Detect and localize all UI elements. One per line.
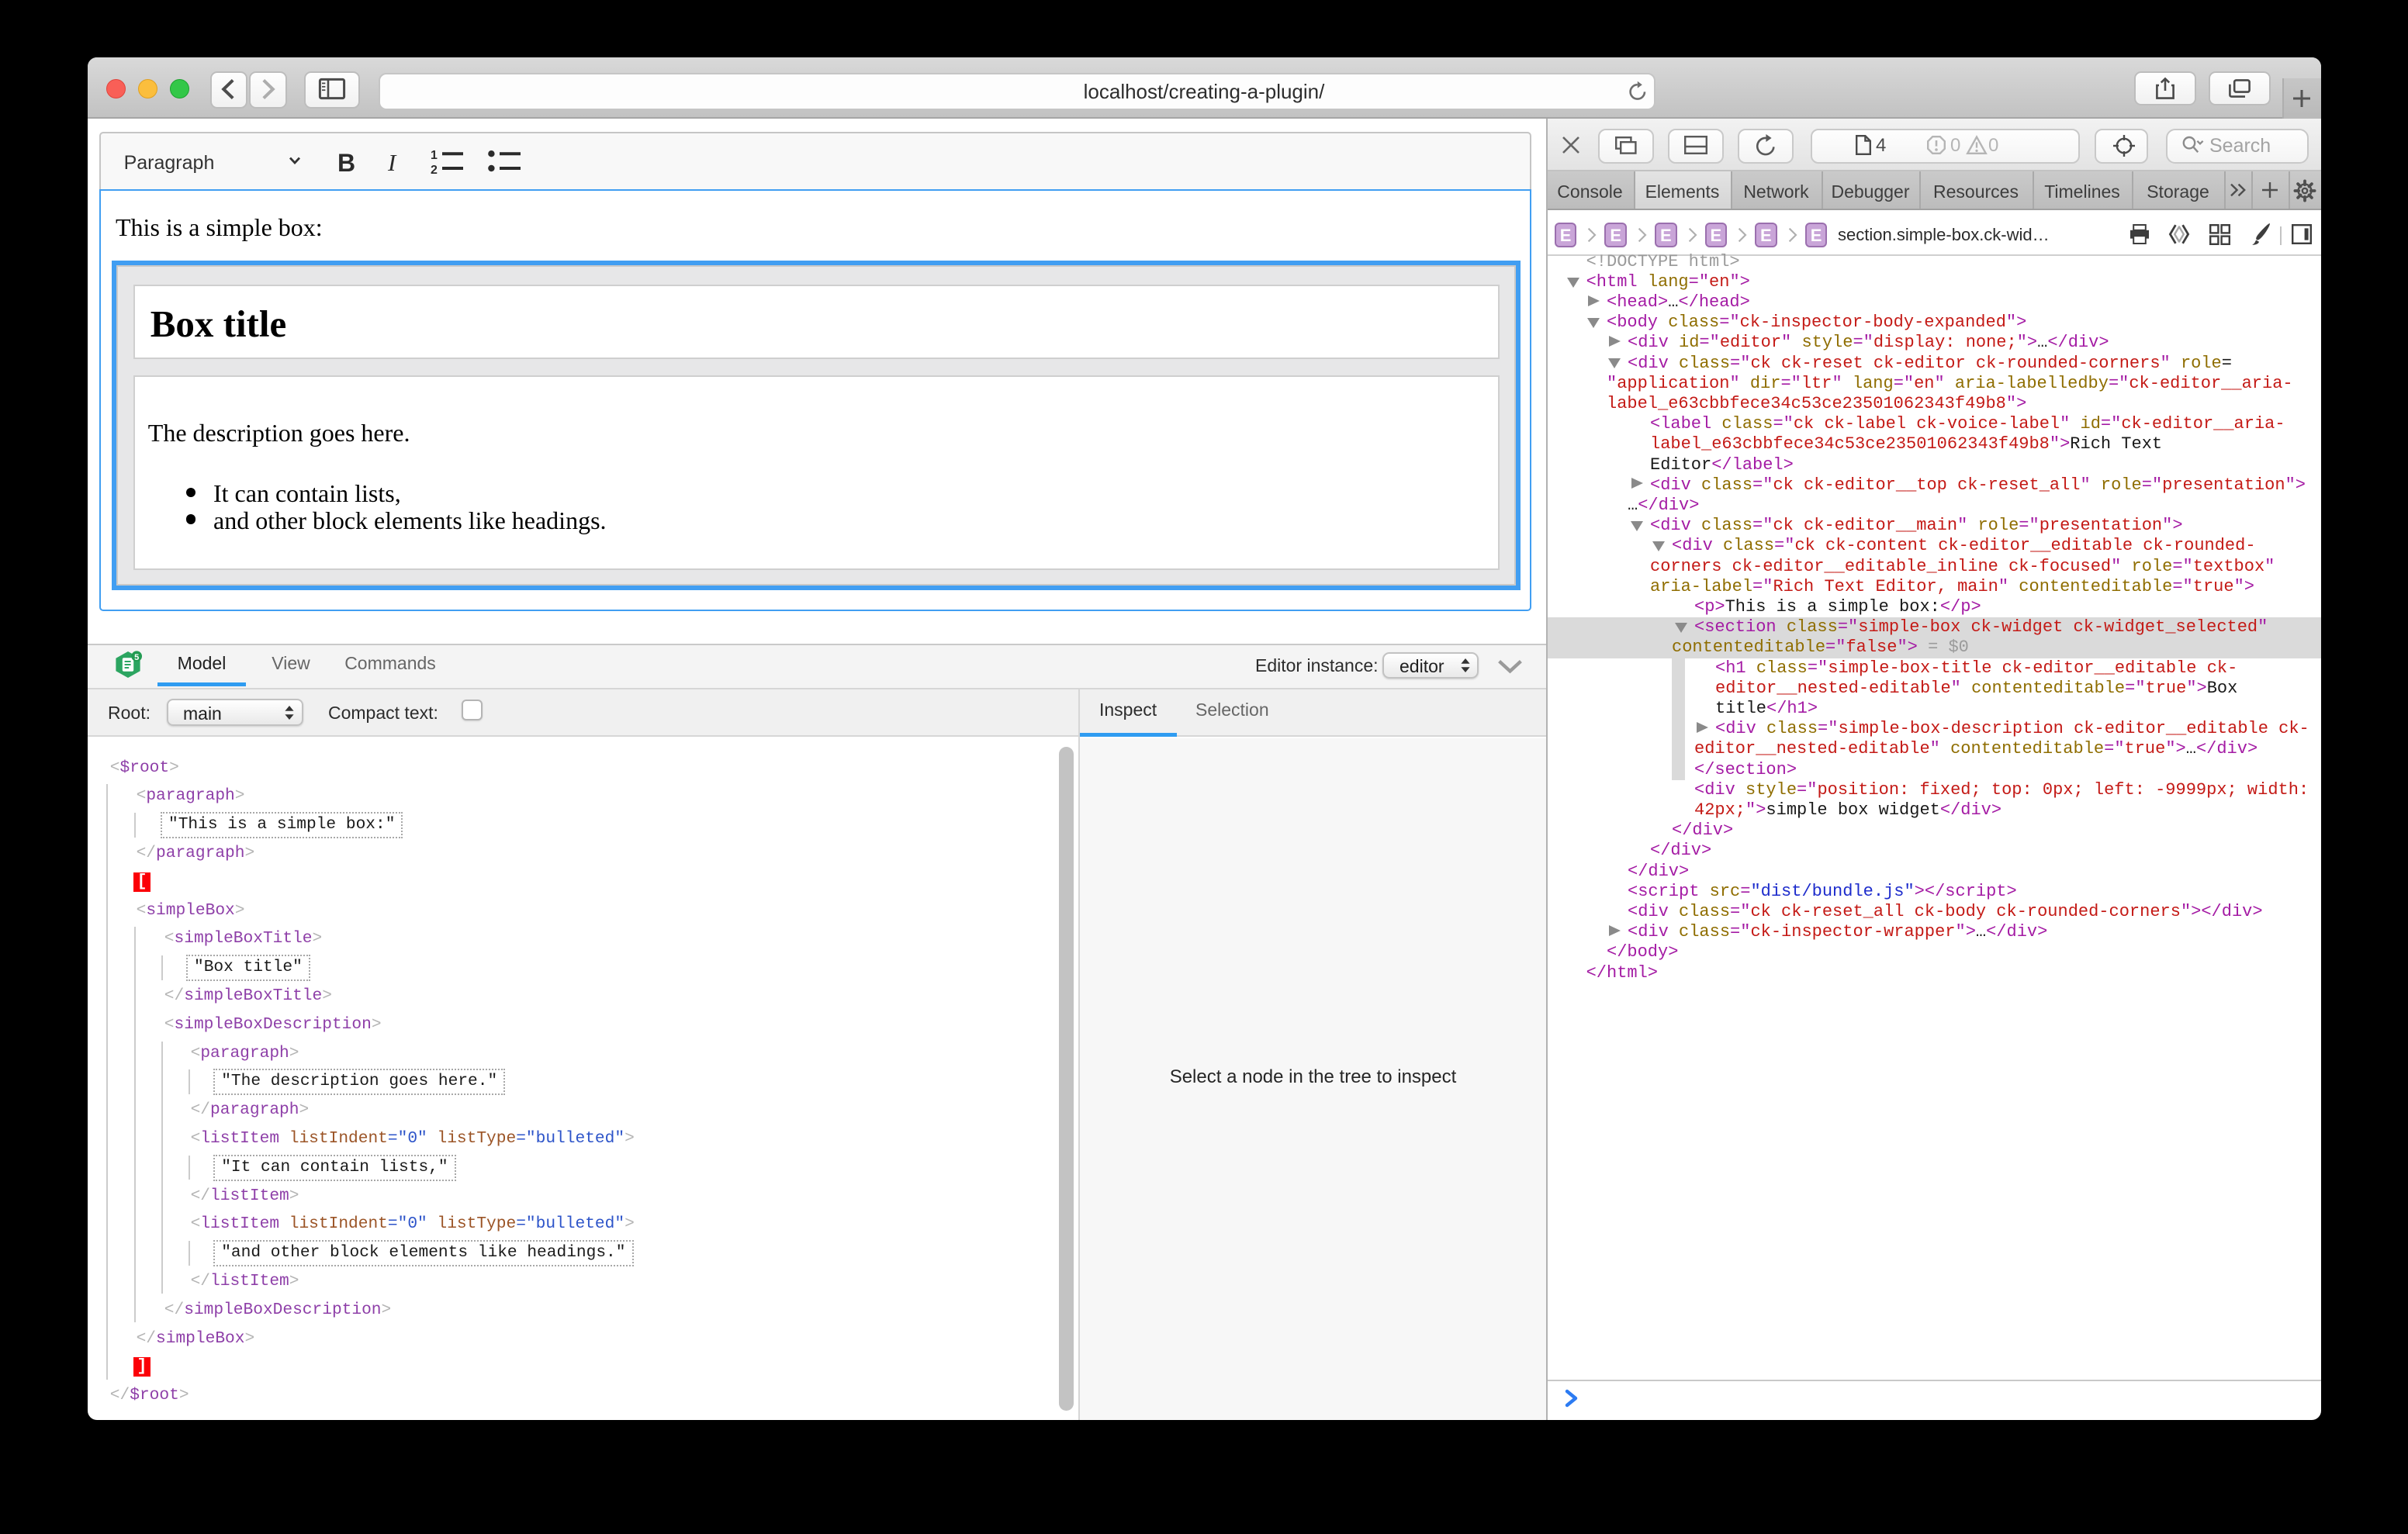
svg-text:2: 2 [431,164,438,177]
svg-text:5: 5 [134,653,139,662]
svg-text:1: 1 [431,149,438,162]
